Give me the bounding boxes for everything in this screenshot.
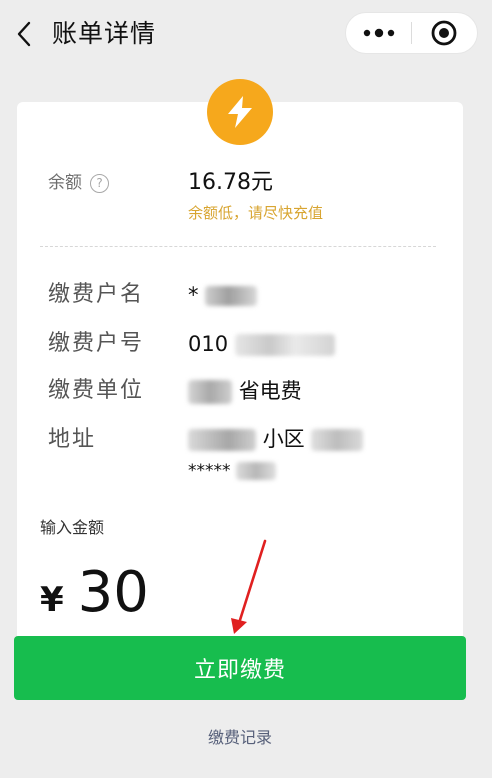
question-circle-icon[interactable]: ? [90,173,109,193]
balance-warning: 余额低，请尽快充值 [188,204,324,222]
address-text: 小区 [262,427,305,451]
amount-input[interactable]: ¥ 30 [40,560,149,626]
chevron-left-icon [17,21,31,47]
redacted-mask [188,380,232,404]
address-line2-text: ***** [188,461,231,481]
pay-now-button[interactable]: 立即缴费 [14,636,466,700]
more-button[interactable] [346,13,411,53]
miniapp-capsule [345,12,478,54]
redacted-mask [234,334,335,356]
nav-bar: 账单详情 [0,0,492,72]
account-name-value: * [188,280,258,310]
divider [40,246,436,247]
redacted-mask [205,286,258,306]
lightning-bolt-icon [207,79,273,145]
address-line2: ***** [188,456,276,486]
annotation-arrow-icon [231,539,267,634]
account-number-label: 缴费户号 [48,331,145,356]
billing-unit-label: 缴费单位 [48,378,145,403]
more-dots-icon [363,28,394,38]
currency-symbol: ¥ [40,580,64,620]
balance-label-group: 余额 ? [48,170,109,196]
balance-value: 16.78元 [188,170,273,195]
billing-unit-text: 省电费 [238,379,302,403]
account-number-text: 010 [188,332,229,356]
back-button[interactable] [8,14,40,54]
redacted-mask [311,429,364,451]
redacted-mask [188,429,256,451]
redacted-mask [235,462,276,480]
amount-value[interactable]: 30 [78,560,149,626]
address-label: 地址 [48,427,97,452]
amount-label: 输入金额 [40,518,105,537]
address-value: 小区 [188,424,364,454]
page-title: 账单详情 [52,19,157,48]
payment-records-link[interactable]: 缴费记录 [0,726,480,750]
account-name-text: * [188,283,199,307]
account-name-label: 缴费户名 [48,282,145,307]
target-icon [432,20,457,46]
balance-label: 余额 [48,173,82,193]
account-number-value: 010 [188,329,335,359]
billing-unit-value: 省电费 [188,376,302,406]
close-miniapp-button[interactable] [412,13,477,53]
